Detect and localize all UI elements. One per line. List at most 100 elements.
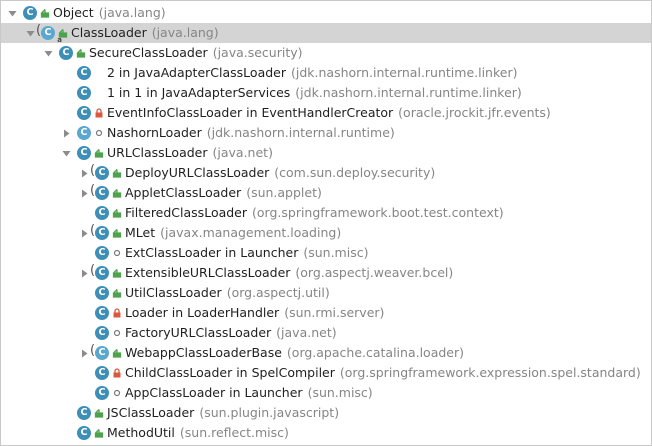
class-name[interactable]: SecureClassLoader (java.security): [89, 43, 303, 63]
class-name[interactable]: Object (java.lang): [53, 3, 166, 23]
class-hierarchy-tree[interactable]: C Object (java.lang) C(a ClassLoader (java.la…: [0, 0, 652, 446]
class-icon: C: [77, 426, 91, 440]
tree-row[interactable]: C( MLet (javax.management.loading): [1, 223, 651, 243]
class-name[interactable]: UtilClassLoader (org.aspectj.util): [125, 283, 330, 303]
private-access-icon: [112, 308, 122, 318]
class-name[interactable]: ChildClassLoader in SpelCompiler (org.spr…: [125, 363, 641, 383]
package-name: (jdk.nashorn.internal.runtime.linker): [291, 65, 518, 80]
package-name: (org.springframework.boot.test.context): [252, 205, 504, 220]
hierarchy-bracket-icon: (: [90, 223, 96, 238]
collapsed-arrow-icon[interactable]: [79, 223, 89, 243]
abstract-class-icon: C(: [90, 344, 109, 360]
class-name[interactable]: Loader in LoaderHandler (sun.rmi.server): [125, 303, 384, 323]
collapsed-arrow-icon[interactable]: [79, 183, 89, 203]
package-name: (org.apache.catalina.loader): [286, 345, 465, 360]
class-name[interactable]: JSClassLoader (sun.plugin.javascript): [107, 403, 339, 423]
class-icon: C: [77, 86, 91, 100]
class-name[interactable]: URLClassLoader (java.net): [107, 143, 273, 163]
expanded-arrow-icon[interactable]: [43, 43, 53, 63]
package-name: (sun.reflect.misc): [179, 425, 289, 440]
class-name[interactable]: DeployURLClassLoader (com.sun.deploy.secu…: [125, 163, 435, 183]
tree-row[interactable]: C EventInfoClassLoader in EventHandlerCre…: [1, 103, 651, 123]
public-access-icon: [112, 208, 122, 218]
tree-row[interactable]: C( WebappClassLoaderBase (org.apache.catal…: [1, 343, 651, 363]
public-access-icon: [94, 148, 104, 158]
tree-row[interactable]: C AppClassLoader in Launcher (sun.misc): [1, 383, 651, 403]
abstract-class-icon: C(a: [36, 23, 62, 44]
hierarchy-bracket-icon: (: [90, 263, 96, 278]
abstract-class-icon: C: [77, 126, 91, 140]
tree-row[interactable]: C URLClassLoader (java.net): [1, 143, 651, 163]
class-name[interactable]: EventInfoClassLoader in EventHandlerCrea…: [107, 103, 551, 123]
class-icon: C: [95, 326, 109, 340]
public-access-icon: [94, 408, 104, 418]
package-name: (org.aspectj.util): [226, 285, 330, 300]
class-name[interactable]: AppClassLoader in Launcher (sun.misc): [125, 383, 373, 403]
class-name[interactable]: ExtClassLoader in Launcher (sun.misc): [125, 243, 368, 263]
tree-row[interactable]: C(DeployURLClassLoader (com.sun.deploy.se…: [1, 163, 651, 183]
tree-row[interactable]: C 1 in 1 in JavaAdapterServices (jdk.nasho…: [1, 83, 651, 103]
collapsed-arrow-icon[interactable]: [79, 263, 89, 283]
class-icon: C: [95, 386, 109, 400]
class-icon: C: [77, 406, 91, 420]
package-name: (jdk.nashorn.internal.runtime): [206, 125, 395, 140]
expanded-arrow-icon[interactable]: [25, 23, 35, 43]
package-name: (oracle.jrockit.jfr.events): [398, 105, 551, 120]
package-name: (java.net): [212, 145, 273, 160]
hierarchy-bracket-icon: (: [90, 163, 96, 178]
tree-row[interactable]: C JSClassLoader (sun.plugin.javascript): [1, 403, 651, 423]
class-name[interactable]: 1 in 1 in JavaAdapterServices (jdk.nashor…: [107, 83, 522, 103]
class-icon: C: [77, 66, 91, 80]
class-name[interactable]: 2 in JavaAdapterClassLoader (jdk.nashorn.…: [107, 63, 517, 83]
package-access-icon: [94, 128, 104, 138]
package-name: (com.sun.deploy.security): [274, 165, 436, 180]
class-icon: C: [95, 366, 109, 380]
package-name: (org.aspectj.weaver.bcel): [295, 265, 454, 280]
hierarchy-bracket-icon: (: [90, 183, 96, 198]
package-name: (java.security): [212, 45, 303, 60]
class-icon: C: [95, 286, 109, 300]
expanded-arrow-icon[interactable]: [61, 143, 71, 163]
class-icon: C: [95, 246, 109, 260]
package-name: (javax.management.loading): [160, 225, 342, 240]
class-name[interactable]: NashornLoader (jdk.nashorn.internal.runti…: [107, 123, 395, 143]
tree-row[interactable]: C(a ClassLoader (java.lang): [1, 23, 651, 44]
tree-row[interactable]: C 2 in JavaAdapterClassLoader (jdk.nashorn…: [1, 63, 651, 83]
hierarchy-bracket-icon: (: [90, 343, 96, 358]
class-name[interactable]: FilteredClassLoader (org.springframework.…: [125, 203, 504, 223]
tree-row[interactable]: C NashornLoader (jdk.nashorn.internal.runt…: [1, 123, 651, 143]
package-access-icon: [112, 328, 122, 338]
tree-row[interactable]: C ExtClassLoader in Launcher (sun.misc): [1, 243, 651, 263]
package-name: (sun.misc): [303, 245, 369, 260]
class-name[interactable]: AppletClassLoader (sun.applet): [125, 183, 322, 203]
package-name: (java.net): [276, 325, 337, 340]
tree-row[interactable]: C Loader in LoaderHandler (sun.rmi.server): [1, 303, 651, 323]
package-name: (sun.rmi.server): [284, 305, 385, 320]
public-access-icon: [112, 348, 122, 358]
tree-row[interactable]: C MethodUtil (sun.reflect.misc): [1, 423, 651, 443]
package-name: (jdk.nashorn.internal.runtime.linker): [295, 85, 522, 100]
class-name[interactable]: ExtensibleURLClassLoader (org.aspectj.wea…: [125, 263, 453, 283]
class-name[interactable]: WebappClassLoaderBase (org.apache.catalin…: [125, 343, 464, 363]
collapsed-arrow-icon[interactable]: [79, 163, 89, 183]
tree-row[interactable]: C UtilClassLoader (org.aspectj.util): [1, 283, 651, 303]
class-name[interactable]: MLet (javax.management.loading): [125, 223, 341, 243]
class-name[interactable]: FactoryURLClassLoader (java.net): [125, 323, 337, 343]
tree-row[interactable]: C(ExtensibleURLClassLoader (org.aspectj.w…: [1, 263, 651, 283]
package-name: (sun.misc): [307, 385, 373, 400]
class-icon: C: [23, 6, 37, 20]
collapsed-arrow-icon[interactable]: [61, 123, 71, 143]
class-icon: C: [77, 106, 91, 120]
tree-row[interactable]: C SecureClassLoader (java.security): [1, 43, 651, 63]
package-name: (java.lang): [98, 5, 166, 20]
tree-row[interactable]: C(AppletClassLoader (sun.applet): [1, 183, 651, 203]
expanded-arrow-icon[interactable]: [7, 3, 17, 23]
tree-row[interactable]: C Object (java.lang): [1, 3, 651, 23]
tree-row[interactable]: C FilteredClassLoader (org.springframework…: [1, 203, 651, 223]
class-icon: C(: [90, 224, 109, 240]
class-name[interactable]: MethodUtil (sun.reflect.misc): [107, 423, 289, 443]
tree-row[interactable]: C FactoryURLClassLoader (java.net): [1, 323, 651, 343]
collapsed-arrow-icon[interactable]: [79, 343, 89, 363]
class-name[interactable]: ClassLoader (java.lang): [71, 23, 219, 43]
tree-row[interactable]: C ChildClassLoader in SpelCompiler (org.sp…: [1, 363, 651, 383]
